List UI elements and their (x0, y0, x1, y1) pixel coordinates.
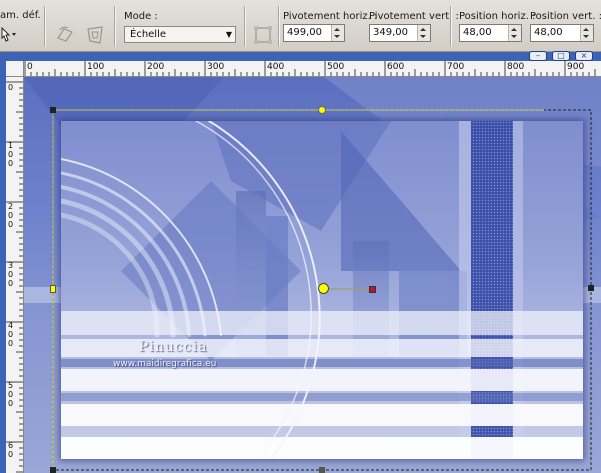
toolbar-separator (244, 6, 246, 46)
document-window: – □ × 0 100 200 300 400 500 600 700 800 … (0, 51, 601, 473)
pos-h-value: 48,00 (463, 27, 492, 38)
ruler-h-label: 100 (87, 62, 105, 72)
maximize-button[interactable]: □ (552, 51, 570, 61)
toolbar-separator (114, 6, 116, 46)
ruler-v-label: 500 (8, 381, 14, 408)
ruler-v-label: 60 (8, 441, 14, 459)
rotation-pivot-handle[interactable] (318, 283, 329, 294)
reset-rectangle-icon[interactable] (252, 24, 274, 46)
ruler-h-label: 600 (387, 62, 405, 72)
perspective-icon[interactable] (84, 24, 106, 46)
pos-h-spinner[interactable] (508, 25, 521, 41)
pivot-h-input[interactable]: 499,00 (283, 24, 345, 42)
pos-v-value: 48,00 (534, 27, 563, 38)
ruler-corner (6, 61, 24, 77)
ruler-h-label: 300 (207, 62, 225, 72)
ruler-h-label: 500 (327, 62, 345, 72)
free-rotate-icon[interactable] (54, 24, 76, 46)
pos-v-input[interactable]: 48,00 (530, 24, 594, 42)
tool-options-bar: am. déf. : Mode : Échelle ▼ Pivotement h… (0, 0, 601, 52)
pivot-v-label: Pivotement vert. : (369, 11, 459, 22)
mode-label: Mode : (124, 11, 158, 22)
pivot-h-spinner[interactable] (331, 25, 344, 41)
toolbar-separator (44, 6, 46, 46)
ruler-v-label: 100 (8, 141, 14, 168)
ruler-h-label: 0 (27, 62, 33, 72)
ruler-v-label: 300 (8, 261, 14, 288)
pivot-h-value: 499,00 (287, 27, 322, 38)
toolbar-separator (450, 6, 452, 46)
vertical-ruler[interactable]: 0 100 200 300 400 500 60 (6, 77, 24, 473)
ruler-h-label: 400 (267, 62, 285, 72)
pivot-v-spinner[interactable] (417, 25, 430, 41)
pos-v-label: Position vert. : (530, 11, 601, 22)
pivot-v-value: 349,00 (373, 27, 408, 38)
ruler-h-label: 900 (567, 62, 585, 72)
minimize-button[interactable]: – (529, 51, 547, 61)
rotation-handle[interactable] (369, 286, 376, 293)
mode-select[interactable]: Échelle ▼ (124, 26, 236, 43)
toolbar-separator (278, 6, 280, 46)
ruler-v-label: 0 (8, 83, 14, 92)
pivot-v-input[interactable]: 349,00 (369, 24, 431, 42)
ruler-h-label: 700 (447, 62, 465, 72)
close-button[interactable]: × (575, 51, 593, 61)
pos-h-input[interactable]: 48,00 (459, 24, 522, 42)
horizontal-ruler[interactable]: 0 100 200 300 400 500 600 700 800 900 (6, 61, 601, 77)
preset-label: am. déf. : (0, 10, 48, 21)
pos-v-spinner[interactable] (580, 25, 593, 41)
pivot-h-label: Pivotement horiz. : (283, 11, 378, 22)
ruler-h-label: 200 (147, 62, 165, 72)
mode-select-value: Échelle (130, 29, 167, 40)
chevron-down-icon: ▼ (225, 30, 232, 39)
ruler-v-label: 200 (8, 202, 14, 229)
pos-h-label: Position horiz. : (459, 11, 536, 22)
ruler-h-label: 800 (507, 62, 525, 72)
preset-picker-icon[interactable] (0, 24, 18, 46)
rotation-pivot-line (324, 288, 371, 290)
document-title-bar[interactable] (0, 52, 601, 61)
ruler-v-label: 400 (8, 321, 14, 348)
image-canvas[interactable]: Pinuccia www.maidiregrafica.eu (24, 77, 601, 473)
